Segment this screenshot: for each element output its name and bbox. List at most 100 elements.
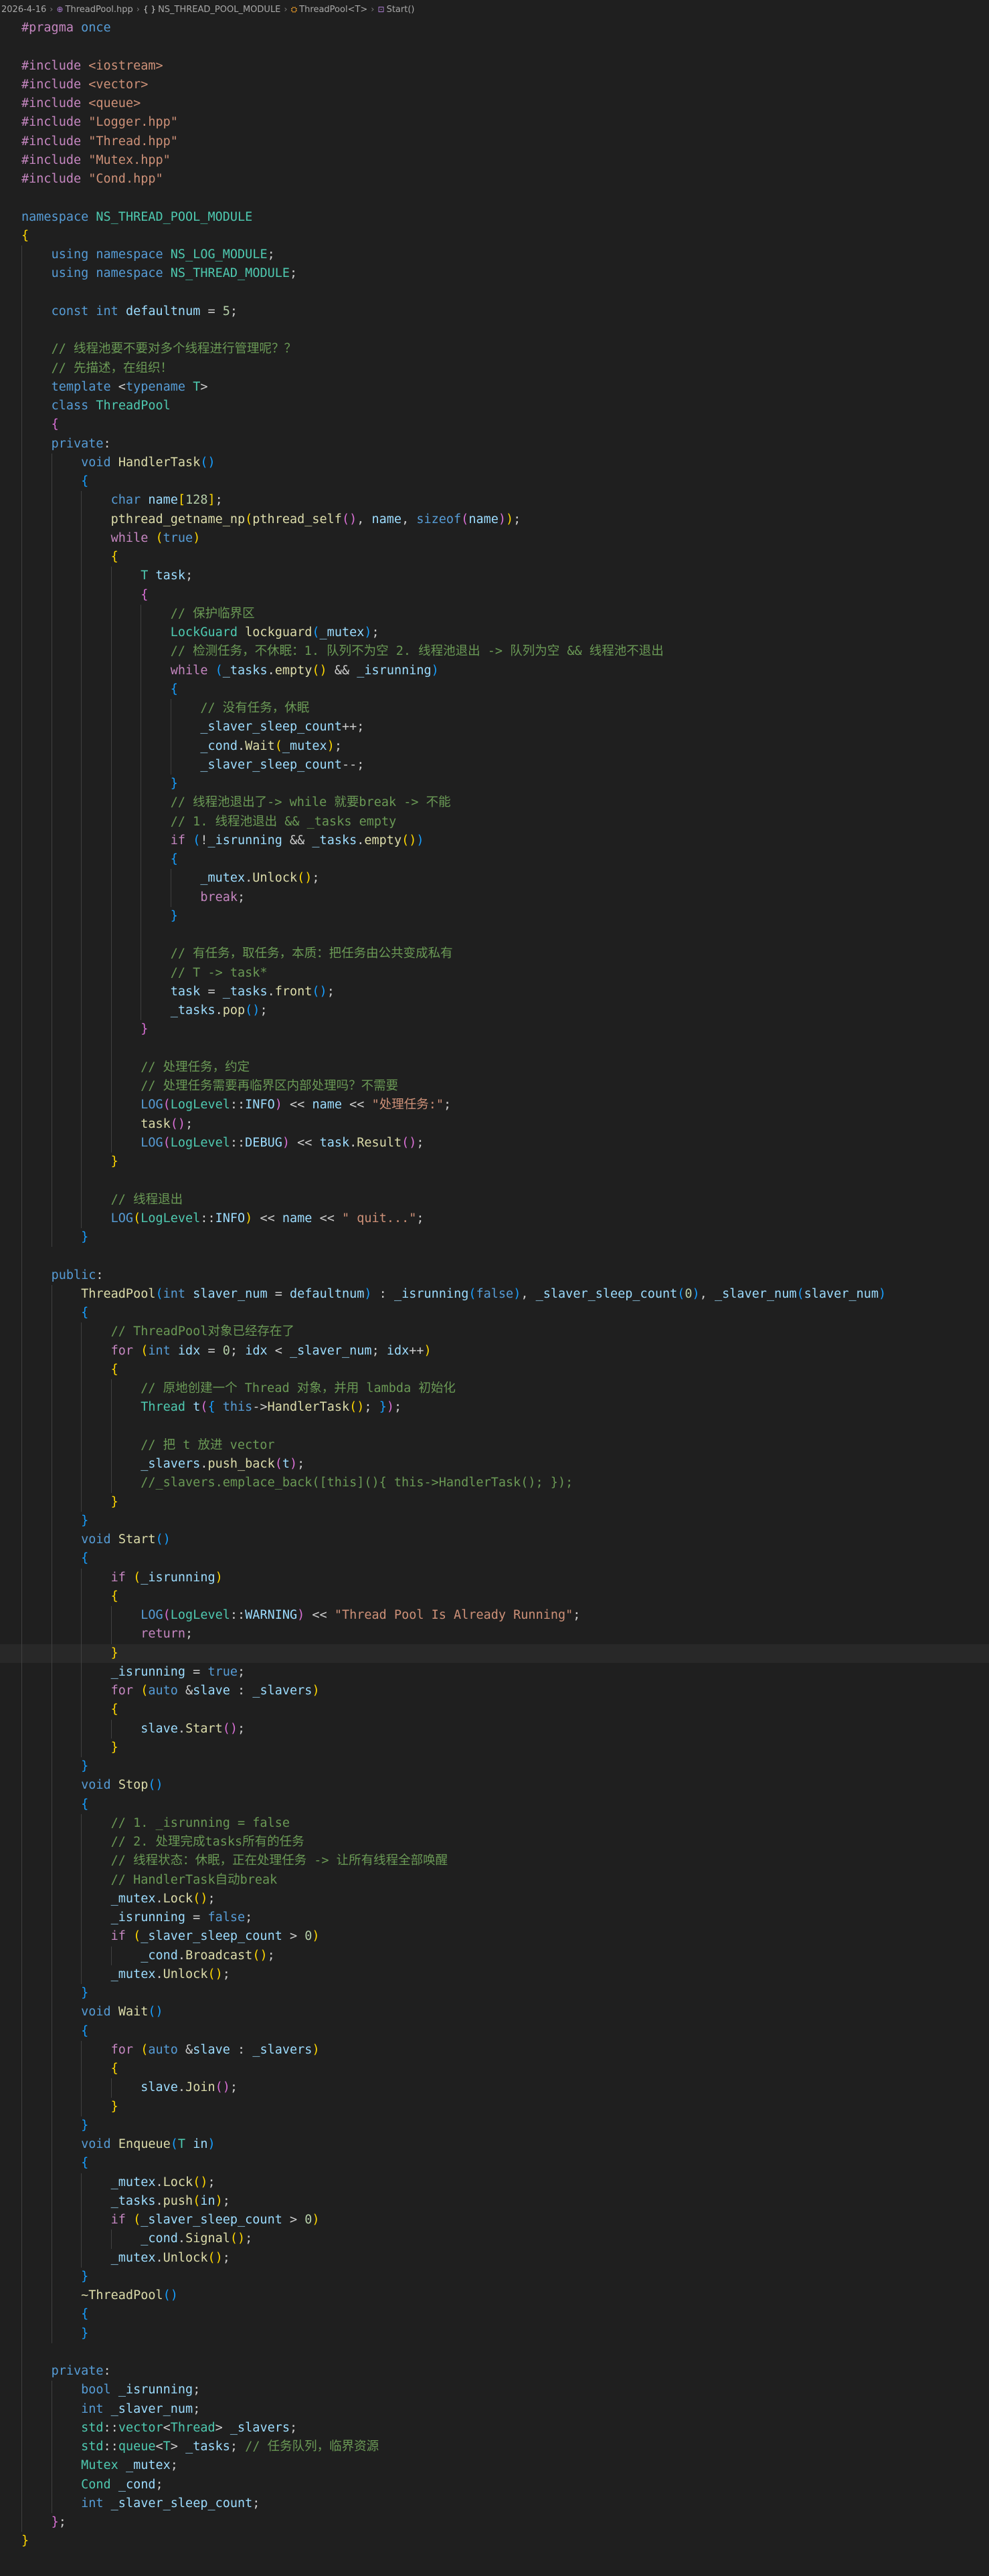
code-line[interactable]: // 没有任务，休眠 [0, 699, 989, 718]
code-line[interactable]: { [0, 585, 989, 605]
code-line[interactable]: } [0, 1492, 989, 1512]
code-line[interactable]: break; [0, 888, 989, 907]
code-line[interactable]: // 线程状态：休眠，正在处理任务 -> 让所有线程全部唤醒 [0, 1852, 989, 1871]
code-line[interactable]: _cond.Signal(); [0, 2230, 989, 2249]
code-line[interactable]: _slaver_sleep_count--; [0, 755, 989, 775]
code-line[interactable]: { [0, 2021, 989, 2041]
code-line[interactable]: _mutex.Unlock(); [0, 1965, 989, 1984]
code-line[interactable]: // 线程池退出了-> while 就要break -> 不能 [0, 793, 989, 813]
code-line[interactable]: void HandlerTask() [0, 453, 989, 472]
code-line[interactable]: using namespace NS_THREAD_MODULE; [0, 264, 989, 284]
code-line[interactable] [0, 2343, 989, 2362]
code-line[interactable]: _mutex.Lock(); [0, 1889, 989, 1908]
code-line[interactable]: ThreadPool(int slaver_num = defaultnum) … [0, 1284, 989, 1304]
code-line[interactable]: _mutex.Unlock(); [0, 2248, 989, 2268]
code-line[interactable]: _cond.Wait(_mutex); [0, 736, 989, 756]
code-line[interactable]: } [0, 1511, 989, 1530]
code-line[interactable]: while (true) [0, 528, 989, 548]
code-line[interactable]: LOG(LogLevel::INFO) << name << " quit...… [0, 1209, 989, 1228]
code-line[interactable]: { [0, 850, 989, 870]
code-line[interactable]: { [0, 1360, 989, 1379]
code-line[interactable]: namespace NS_THREAD_POOL_MODULE [0, 208, 989, 227]
code-line[interactable]: // 有任务，取任务，本质：把任务由公共变成私有 [0, 945, 989, 964]
code-line[interactable] [0, 1417, 989, 1436]
code-line[interactable]: { [0, 472, 989, 492]
code-line[interactable]: using namespace NS_LOG_MODULE; [0, 245, 989, 265]
code-line[interactable]: // 原地创建一个 Thread 对象，并用 lambda 初始化 [0, 1379, 989, 1399]
breadcrumb-item[interactable]: { } NS_THREAD_POOL_MODULE [143, 5, 280, 15]
code-line[interactable]: std::queue<T> _tasks; // 任务队列，临界资源 [0, 2438, 989, 2457]
code-line[interactable]: Thread t({ this->HandlerTask(); }); [0, 1398, 989, 1417]
code-line[interactable] [0, 1171, 989, 1191]
code-line[interactable]: class ThreadPool [0, 397, 989, 416]
code-line[interactable]: #include "Logger.hpp" [0, 113, 989, 132]
breadcrumb-item[interactable]: ⛭ ThreadPool<T> [291, 5, 368, 15]
code-line[interactable]: return; [0, 1625, 989, 1644]
code-line[interactable]: // 线程池要不要对多个线程进行管理呢？？ [0, 340, 989, 359]
code-line[interactable]: slave.Start(); [0, 1719, 989, 1739]
code-line[interactable]: LockGuard lockguard(_mutex); [0, 623, 989, 643]
code-line[interactable]: if (_slaver_sleep_count > 0) [0, 2211, 989, 2230]
code-line[interactable]: // HandlerTask自动break [0, 1870, 989, 1890]
code-line[interactable]: { [0, 1700, 989, 1720]
code-line[interactable]: { [0, 2305, 989, 2324]
code-line[interactable] [0, 189, 989, 207]
code-line[interactable]: } [0, 1757, 989, 1777]
code-line[interactable]: } [0, 2324, 989, 2343]
code-line[interactable]: private: [0, 2362, 989, 2381]
code-line[interactable]: void Enqueue(T in) [0, 2135, 989, 2155]
code-line[interactable]: { [0, 1795, 989, 1814]
code-line[interactable]: void Stop() [0, 1776, 989, 1795]
code-line[interactable]: while (_tasks.empty() && _isrunning) [0, 661, 989, 680]
code-line[interactable]: } [0, 1228, 989, 1248]
code-line[interactable]: }; [0, 2513, 989, 2533]
code-line[interactable]: #include <iostream> [0, 57, 989, 76]
code-line[interactable]: _cond.Broadcast(); [0, 1946, 989, 1965]
code-line[interactable]: if (!_isrunning && _tasks.empty()) [0, 831, 989, 850]
code-line[interactable]: { [0, 680, 989, 699]
code-line[interactable]: // 1. _isrunning = false [0, 1813, 989, 1833]
code-line[interactable]: _slavers.push_back(t); [0, 1455, 989, 1474]
code-line[interactable]: // 检测任务，不休眠：1. 队列不为空 2. 线程池退出 -> 队列为空 &&… [0, 642, 989, 662]
code-line[interactable]: if (_slaver_sleep_count > 0) [0, 1927, 989, 1947]
code-line[interactable]: int _slaver_sleep_count; [0, 2494, 989, 2513]
code-line[interactable]: LOG(LogLevel::DEBUG) << task.Result(); [0, 1133, 989, 1153]
code-line[interactable]: { [0, 2060, 989, 2079]
code-line[interactable]: #include "Mutex.hpp" [0, 151, 989, 170]
code-line[interactable]: _isrunning = false; [0, 1908, 989, 1928]
code-line[interactable]: Cond _cond; [0, 2475, 989, 2494]
code-line[interactable]: // ThreadPool对象已经存在了 [0, 1322, 989, 1342]
code-line[interactable]: if (_isrunning) [0, 1568, 989, 1587]
code-line[interactable] [0, 283, 989, 302]
code-line[interactable]: Mutex _mutex; [0, 2456, 989, 2476]
code-line[interactable]: _mutex.Lock(); [0, 2173, 989, 2192]
code-line[interactable]: pthread_getname_np(pthread_self(), name,… [0, 510, 989, 529]
code-line[interactable]: const int defaultnum = 5; [0, 302, 989, 321]
code-line[interactable]: void Wait() [0, 2003, 989, 2022]
code-line[interactable]: // 处理任务，约定 [0, 1058, 989, 1077]
code-line[interactable]: { [0, 1549, 989, 1569]
code-line[interactable]: LOG(LogLevel::INFO) << name << "处理任务:"; [0, 1096, 989, 1115]
code-line[interactable]: // 处理任务需要再临界区内部处理吗？不需要 [0, 1077, 989, 1096]
code-line[interactable]: _slaver_sleep_count++; [0, 718, 989, 737]
code-line[interactable]: for (auto &slave : _slavers) [0, 2040, 989, 2060]
code-line[interactable]: char name[128]; [0, 491, 989, 510]
code-line[interactable]: _tasks.pop(); [0, 1001, 989, 1021]
code-line[interactable]: ~ThreadPool() [0, 2286, 989, 2306]
code-line[interactable]: slave.Join(); [0, 2078, 989, 2098]
code-line[interactable]: { [0, 548, 989, 567]
code-line[interactable]: } [0, 2532, 989, 2551]
code-line[interactable]: #include "Thread.hpp" [0, 132, 989, 151]
code-line[interactable]: } [0, 1984, 989, 2003]
code-line[interactable]: { [0, 227, 989, 245]
code-line[interactable]: std::vector<Thread> _slavers; [0, 2418, 989, 2438]
code-line[interactable]: // 保护临界区 [0, 604, 989, 623]
code-line[interactable]: #include <vector> [0, 76, 989, 94]
code-line[interactable]: // T -> task* [0, 963, 989, 983]
code-line[interactable]: LOG(LogLevel::WARNING) << "Thread Pool I… [0, 1606, 989, 1625]
code-line[interactable]: // 1. 线程池退出 && _tasks empty [0, 812, 989, 831]
code-line[interactable]: T task; [0, 567, 989, 586]
code-line[interactable]: // 线程退出 [0, 1190, 989, 1209]
code-line[interactable]: { [0, 415, 989, 435]
code-line[interactable] [0, 1039, 989, 1058]
